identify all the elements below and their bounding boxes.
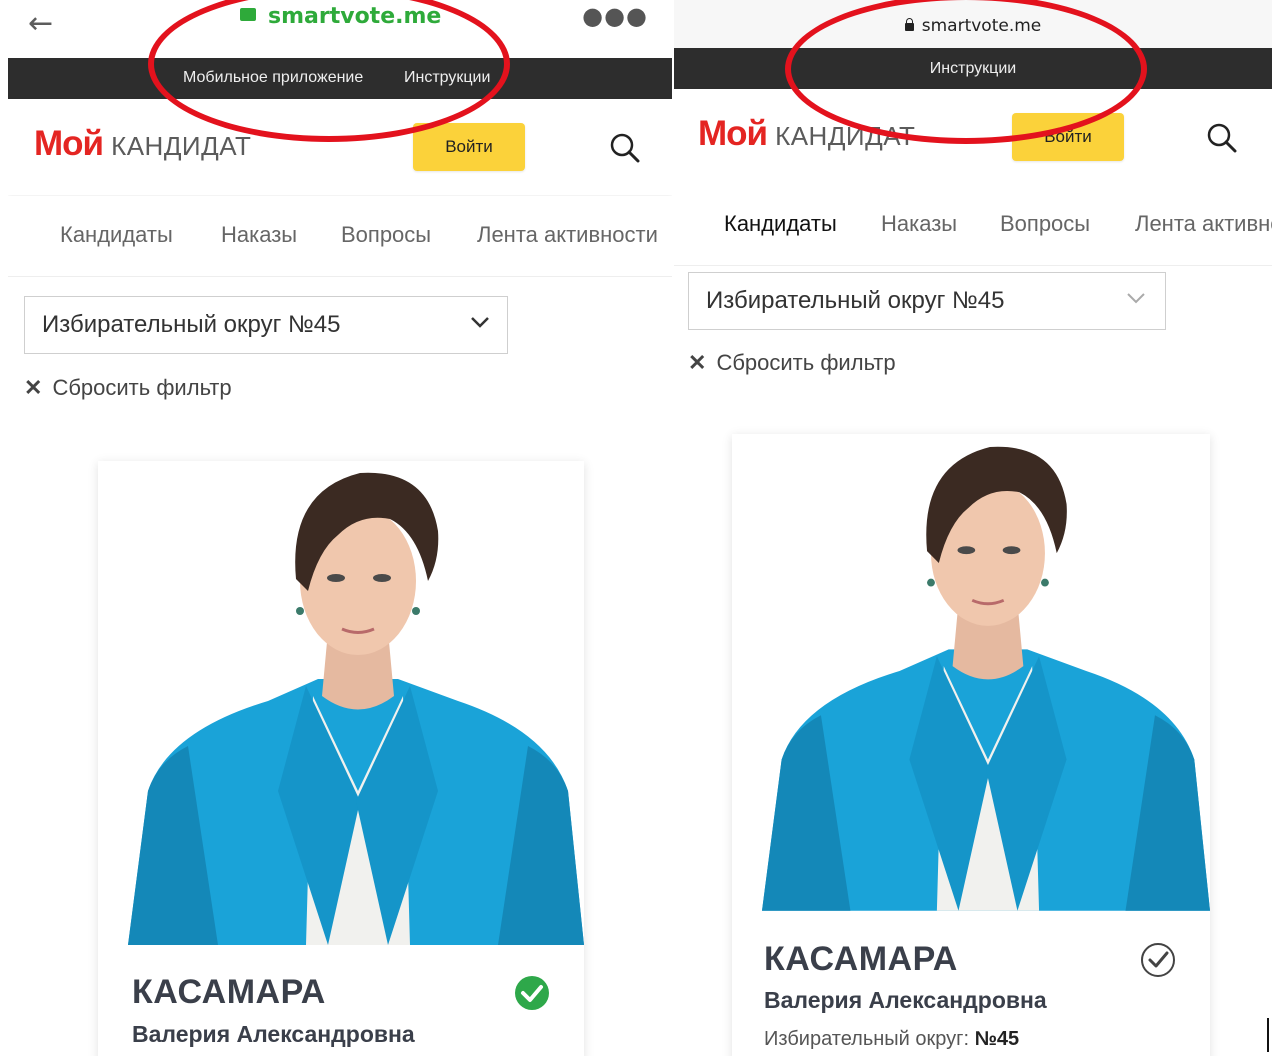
tab-candidates[interactable]: Кандидаты [60, 222, 173, 248]
tab-questions[interactable]: Вопросы [1000, 211, 1090, 237]
verified-check-icon [515, 976, 549, 1010]
district-select-value: Избирательный округ №45 [706, 287, 1005, 314]
reset-filter-link[interactable]: ✕ Сбросить фильтр [24, 375, 232, 401]
close-icon: ✕ [24, 375, 43, 400]
back-arrow-icon[interactable]: ← [28, 6, 53, 41]
main-nav: Кандидаты Наказы Вопросы Лента активност… [674, 185, 1272, 266]
candidate-district: Избирательный округ: №45 [764, 1028, 1019, 1051]
main-nav: Кандидаты Наказы Вопросы Лента активност… [8, 196, 672, 277]
candidate-name: Валерия Александровна [764, 987, 1047, 1013]
tab-orders[interactable]: Наказы [881, 211, 957, 237]
close-icon: ✕ [688, 350, 707, 375]
chevron-down-icon [1127, 293, 1145, 304]
district-select[interactable]: Избирательный округ №45 [688, 272, 1166, 330]
logo-main: Мой [698, 114, 768, 153]
chevron-down-icon [471, 317, 489, 328]
candidate-name: Валерия Александровна [132, 1021, 415, 1047]
tab-questions[interactable]: Вопросы [341, 222, 431, 248]
district-label: Избирательный округ: [764, 1028, 970, 1050]
reset-filter-label: Сбросить фильтр [52, 375, 232, 400]
candidate-surname: КАСАМАРА [132, 973, 326, 1011]
annotation-ellipse-right [785, 0, 1147, 144]
reset-filter-link[interactable]: ✕ Сбросить фильтр [688, 350, 896, 376]
district-select-value: Избирательный округ №45 [42, 311, 341, 338]
district-select[interactable]: Избирательный округ №45 [24, 296, 508, 354]
more-icon[interactable]: ●●● [582, 2, 648, 30]
check-outline-icon [1141, 943, 1175, 977]
candidate-card[interactable]: КАСАМАРА Валерия Александровна Избирател… [732, 434, 1210, 1056]
reset-filter-label: Сбросить фильтр [716, 350, 896, 375]
screenshot-right: smartvote.me Инструкции Мой КАНДИДАТ Войт… [674, 0, 1272, 1056]
login-button[interactable]: Войти [413, 123, 525, 171]
district-value: №45 [974, 1028, 1020, 1050]
tab-orders[interactable]: Наказы [221, 222, 297, 248]
screenshot-left: ← smartvote.me ●●● Мобильное приложение … [8, 0, 672, 1056]
candidate-photo [128, 461, 584, 945]
tab-activity[interactable]: Лента активности [477, 222, 658, 248]
text-cursor [1267, 1018, 1269, 1052]
logo-sub: КАНДИДАТ [111, 131, 252, 161]
search-icon[interactable] [1207, 123, 1237, 153]
logo-main: Мой [34, 124, 104, 163]
candidate-card[interactable]: КАСАМАРА Валерия Александровна [98, 461, 584, 1056]
candidate-surname: КАСАМАРА [764, 940, 958, 978]
site-logo[interactable]: Мой КАНДИДАТ [34, 124, 251, 164]
candidate-photo [762, 434, 1210, 912]
tab-candidates[interactable]: Кандидаты [724, 211, 837, 237]
tab-activity[interactable]: Лента активности [1135, 211, 1272, 237]
search-icon[interactable] [610, 133, 640, 163]
